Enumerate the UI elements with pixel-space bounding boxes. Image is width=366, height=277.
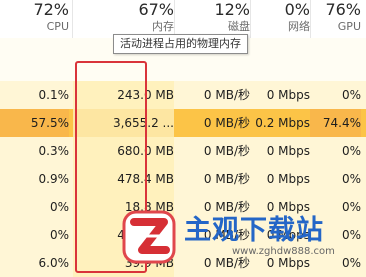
cpu-cell: 0% bbox=[49, 200, 69, 214]
disk-cell: 0 MB/秒 bbox=[203, 88, 250, 102]
cpu-column-header[interactable]: 72% CPU bbox=[0, 0, 69, 33]
cpu-cell: 6.0% bbox=[38, 256, 70, 270]
table-row[interactable]: 0.9% 478.4 MB 0 MB/秒 0 Mbps 0% bbox=[0, 165, 366, 193]
gpu-cell: 0% bbox=[341, 144, 361, 158]
watermark-logo: 主观下载站 www.zghdw888.com bbox=[118, 204, 366, 269]
cpu-usage-total: 72% bbox=[33, 0, 69, 19]
disk-cell: 0 MB/秒 bbox=[203, 116, 250, 130]
gpu-cell: 0% bbox=[341, 172, 361, 186]
table-row[interactable]: 57.5% 3,655.2 ... 0 MB/秒 0.2 Mbps 74.4% bbox=[0, 109, 366, 137]
network-cell: 0 Mbps bbox=[266, 88, 310, 102]
disk-cell: 0 MB/秒 bbox=[203, 144, 250, 158]
gpu-column-header[interactable]: 76% GPU bbox=[310, 0, 361, 33]
z-logo-icon bbox=[122, 210, 176, 264]
disk-column-label: 磁盘 bbox=[228, 20, 250, 33]
gpu-cell: 0% bbox=[341, 88, 361, 102]
cpu-cell: 57.5% bbox=[0, 109, 69, 137]
memory-column-tooltip: 活动进程占用的物理内存 bbox=[113, 34, 248, 54]
watermark-title: 主观下载站 bbox=[184, 215, 324, 246]
network-cell: 0 Mbps bbox=[266, 144, 310, 158]
disk-cell: 0 MB/秒 bbox=[203, 172, 250, 186]
gpu-usage-total: 76% bbox=[325, 0, 361, 19]
cpu-cell: 0.3% bbox=[38, 144, 70, 158]
network-cell: 0 Mbps bbox=[266, 172, 310, 186]
network-usage-total: 0% bbox=[284, 0, 310, 19]
gpu-cell: 74.4% bbox=[310, 109, 361, 137]
cpu-cell: 0.1% bbox=[38, 88, 70, 102]
memory-column-header[interactable]: 67% 内存 bbox=[73, 0, 174, 33]
watermark-url: www.zghdw888.com bbox=[232, 246, 335, 257]
memory-usage-total: 67% bbox=[138, 0, 174, 19]
disk-column-header[interactable]: 12% 磁盘 bbox=[174, 0, 250, 33]
cpu-cell: 0.9% bbox=[38, 172, 70, 186]
memory-column-label: 内存 bbox=[152, 20, 174, 33]
table-row[interactable]: 0.1% 243.0 MB 0 MB/秒 0 Mbps 0% bbox=[0, 81, 366, 109]
disk-usage-total: 12% bbox=[214, 0, 250, 19]
network-column-label: 网络 bbox=[288, 20, 310, 33]
table-row[interactable]: 0.3% 680.0 MB 0 MB/秒 0 Mbps 0% bbox=[0, 137, 366, 165]
cpu-cell: 0% bbox=[49, 228, 69, 242]
cpu-column-label: CPU bbox=[46, 20, 69, 33]
network-cell: 0.2 Mbps bbox=[255, 116, 310, 130]
gpu-column-label: GPU bbox=[337, 20, 361, 33]
network-column-header[interactable]: 0% 网络 bbox=[250, 0, 310, 33]
column-header-bar: 72% CPU 67% 内存 12% 磁盘 0% 网络 76% GPU bbox=[0, 0, 366, 38]
